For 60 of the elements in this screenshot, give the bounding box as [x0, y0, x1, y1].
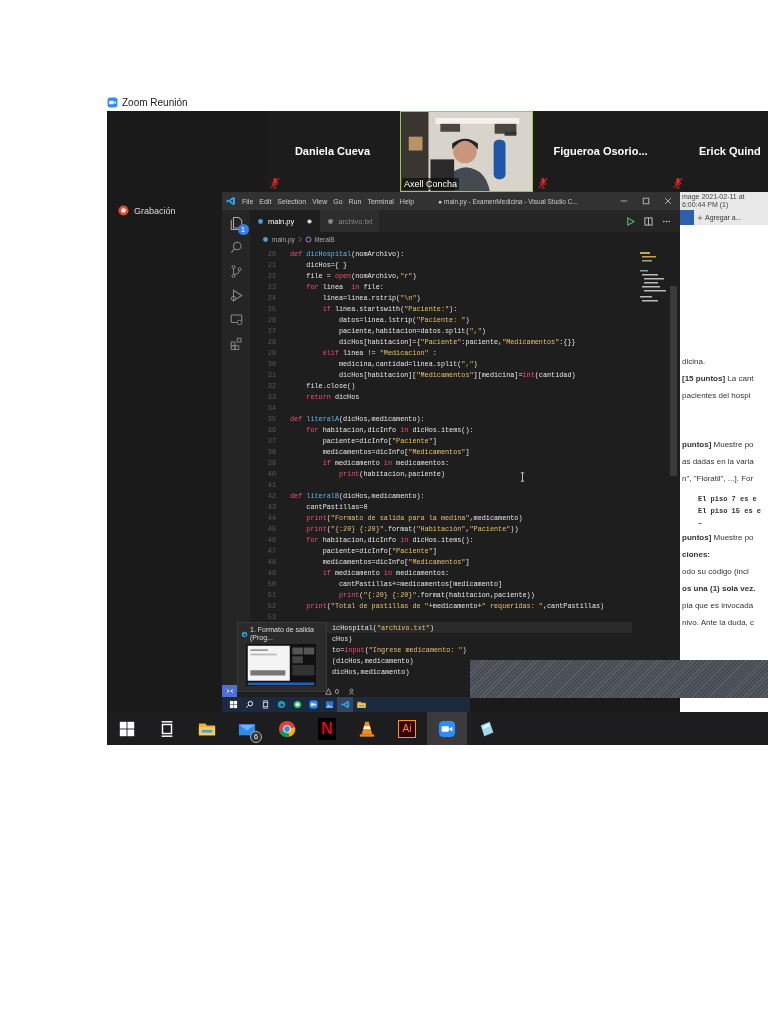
document-text: pacientes del hospi	[682, 390, 752, 402]
participant-name: Axell Concha	[402, 178, 460, 190]
files-icon[interactable]	[228, 216, 244, 231]
branch-icon[interactable]	[228, 264, 244, 279]
run-icon[interactable]	[626, 216, 635, 226]
notification-badge: 1	[237, 224, 249, 235]
document-text: nivo. Ante la duda, c	[682, 617, 756, 629]
maximize-icon[interactable]	[642, 197, 650, 205]
python-file-icon	[262, 235, 269, 243]
code-editor-icon[interactable]	[340, 700, 350, 709]
window-title: Zoom Reunión	[122, 96, 188, 108]
warning-icon	[325, 687, 332, 695]
document-text: puntos] Muestre po	[682, 439, 755, 451]
file-icon	[327, 217, 335, 225]
edge-icon	[241, 630, 248, 638]
plus-icon	[697, 214, 703, 221]
document-text: as dadas en la varia	[682, 456, 755, 468]
person-icon[interactable]	[347, 687, 355, 695]
photos-icon[interactable]	[324, 700, 334, 709]
folder-icon[interactable]	[356, 700, 366, 709]
document-text: dicina.	[682, 356, 707, 368]
document-text: [15 puntos] La cant	[682, 373, 755, 385]
participant-name: Erick Quind	[699, 144, 761, 157]
participant-name: Figueroa Osorio...	[553, 144, 648, 157]
extensions-icon[interactable]	[228, 336, 244, 351]
remote-icon	[225, 687, 234, 695]
netflix-app-button[interactable]: N	[318, 717, 336, 740]
chat-icon[interactable]	[292, 700, 302, 709]
code-editor-icon	[226, 196, 236, 206]
chevron-icon	[297, 235, 302, 243]
play-bug-icon[interactable]	[228, 288, 244, 303]
notepad-icon[interactable]	[478, 719, 496, 738]
scrollbar-thumb[interactable]	[670, 286, 677, 476]
file-icon	[257, 217, 264, 225]
traffic-cone-icon[interactable]	[358, 719, 376, 738]
task-view-icon[interactable]	[260, 700, 270, 709]
recording-icon	[118, 205, 129, 216]
document-text: odo su código (incl	[682, 566, 750, 578]
close-icon[interactable]	[664, 197, 672, 205]
edge-icon[interactable]	[276, 700, 286, 709]
document-text: os una (1) sola vez.	[682, 583, 757, 595]
minimize-icon[interactable]	[620, 197, 628, 205]
windows-icon[interactable]	[228, 700, 238, 709]
monitor-icon[interactable]	[228, 312, 244, 327]
split-editor-icon[interactable]	[644, 216, 653, 226]
section-heading: ciones:	[682, 549, 711, 561]
document-text: n", "Floratil", ...]. For	[682, 473, 755, 485]
video-camera-icon[interactable]	[308, 700, 318, 709]
windows-icon[interactable]	[118, 719, 136, 738]
recording-label: Grabación	[134, 205, 176, 216]
participant-name: Daniela Cueva	[294, 144, 371, 157]
video-camera-icon	[107, 96, 118, 108]
text-cursor-icon	[520, 472, 525, 482]
illustrator-app-button[interactable]: Ai	[398, 719, 416, 738]
document-text: puntos] Muestre po	[682, 532, 755, 544]
function-icon	[304, 235, 312, 243]
search-icon[interactable]	[244, 700, 254, 709]
document-text: pia que es invocada	[682, 600, 755, 612]
video-camera-icon[interactable]	[438, 719, 456, 738]
chrome-icon[interactable]	[278, 719, 296, 738]
